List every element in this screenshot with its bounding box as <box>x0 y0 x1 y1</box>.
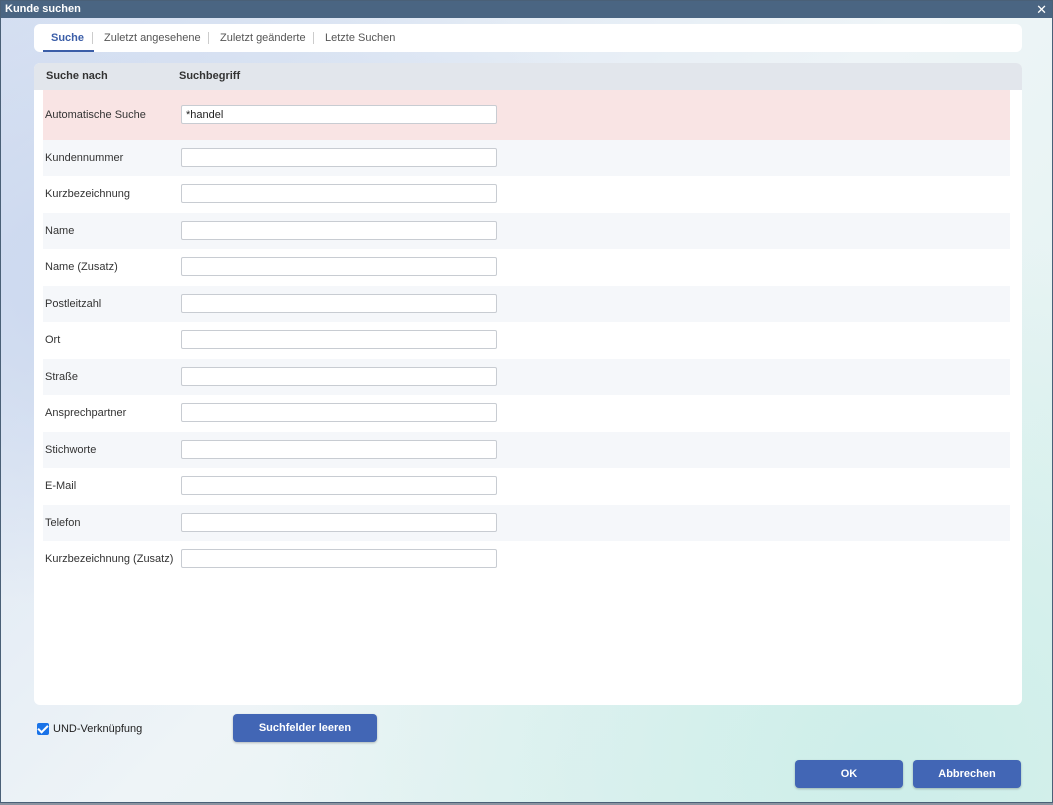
tab-divider <box>208 32 209 44</box>
and-link-label: UND-Verknüpfung <box>53 723 143 735</box>
strasse-input[interactable] <box>181 367 497 386</box>
and-link-checkbox[interactable] <box>37 723 49 735</box>
row-label: Ansprechpartner <box>45 407 127 419</box>
tab-zuletzt-geaenderte[interactable]: Zuletzt geänderte <box>220 24 306 52</box>
row-label: Straße <box>45 371 79 383</box>
name-zusatz-input[interactable] <box>181 257 497 276</box>
row-label: Stichworte <box>45 444 97 456</box>
header-search-term: Suchbegriff <box>179 70 241 82</box>
row-label: Kurzbezeichnung <box>45 188 131 200</box>
telefon-input[interactable] <box>181 513 497 532</box>
title-bar: Kunde suchen ✕ <box>1 1 1052 18</box>
header-search-by: Suche nach <box>46 70 108 82</box>
row-label: Name (Zusatz) <box>45 261 118 273</box>
table-row-automatische-suche: Automatische Suche <box>43 90 1010 140</box>
table-row-kundennummer: Kundennummer <box>43 140 1010 176</box>
row-label: E-Mail <box>45 480 77 492</box>
tab-bar: Suche Zuletzt angesehene Zuletzt geänder… <box>34 24 1022 52</box>
dialog-window: Kunde suchen ✕ Suche Zuletzt angesehene … <box>0 0 1053 803</box>
tab-letzte-suchen[interactable]: Letzte Suchen <box>325 24 395 52</box>
row-label: Ort <box>45 334 61 346</box>
dialog-title: Kunde suchen <box>5 3 81 15</box>
cancel-button[interactable]: Abbrechen <box>913 760 1021 788</box>
row-label: Name <box>45 225 75 237</box>
table-row-telefon: Telefon <box>43 505 1010 541</box>
table-row-kurzbezeichnung: Kurzbezeichnung <box>43 176 1010 212</box>
tab-divider <box>92 32 93 44</box>
tab-suche[interactable]: Suche <box>42 24 95 52</box>
table-row-ansprechpartner: Ansprechpartner <box>43 395 1010 431</box>
table-row-name: Name <box>43 213 1010 249</box>
name-input[interactable] <box>181 221 497 240</box>
automatische-suche-input[interactable] <box>181 105 497 124</box>
search-fields-panel: Suche nach Suchbegriff Automatische Such… <box>34 63 1022 705</box>
email-input[interactable] <box>181 476 497 495</box>
table-row-kurzbezeichnung-zusatz: Kurzbezeichnung (Zusatz) <box>43 541 1010 577</box>
row-label: Postleitzahl <box>45 298 102 310</box>
row-label: Kurzbezeichnung (Zusatz) <box>45 553 174 565</box>
table-header: Suche nach Suchbegriff <box>34 63 1022 90</box>
table-row-postleitzahl: Postleitzahl <box>43 286 1010 322</box>
row-label: Automatische Suche <box>45 109 146 121</box>
table-row-stichworte: Stichworte <box>43 432 1010 468</box>
table-row-strasse: Straße <box>43 359 1010 395</box>
table-row-name-zusatz: Name (Zusatz) <box>43 249 1010 285</box>
row-label: Kundennummer <box>45 152 124 164</box>
table-row-ort: Ort <box>43 322 1010 358</box>
stichworte-input[interactable] <box>181 440 497 459</box>
ok-button[interactable]: OK <box>795 760 903 788</box>
tab-zuletzt-angesehene[interactable]: Zuletzt angesehene <box>104 24 201 52</box>
ort-input[interactable] <box>181 330 497 349</box>
tab-divider <box>313 32 314 44</box>
close-icon[interactable]: ✕ <box>1036 2 1047 18</box>
row-label: Telefon <box>45 517 81 529</box>
postleitzahl-input[interactable] <box>181 294 497 313</box>
kurzbezeichnung-input[interactable] <box>181 184 497 203</box>
kundennummer-input[interactable] <box>181 148 497 167</box>
table-row-email: E-Mail <box>43 468 1010 504</box>
clear-fields-button[interactable]: Suchfelder leeren <box>233 714 377 742</box>
ansprechpartner-input[interactable] <box>181 403 497 422</box>
kurzbezeichnung-zusatz-input[interactable] <box>181 549 497 568</box>
